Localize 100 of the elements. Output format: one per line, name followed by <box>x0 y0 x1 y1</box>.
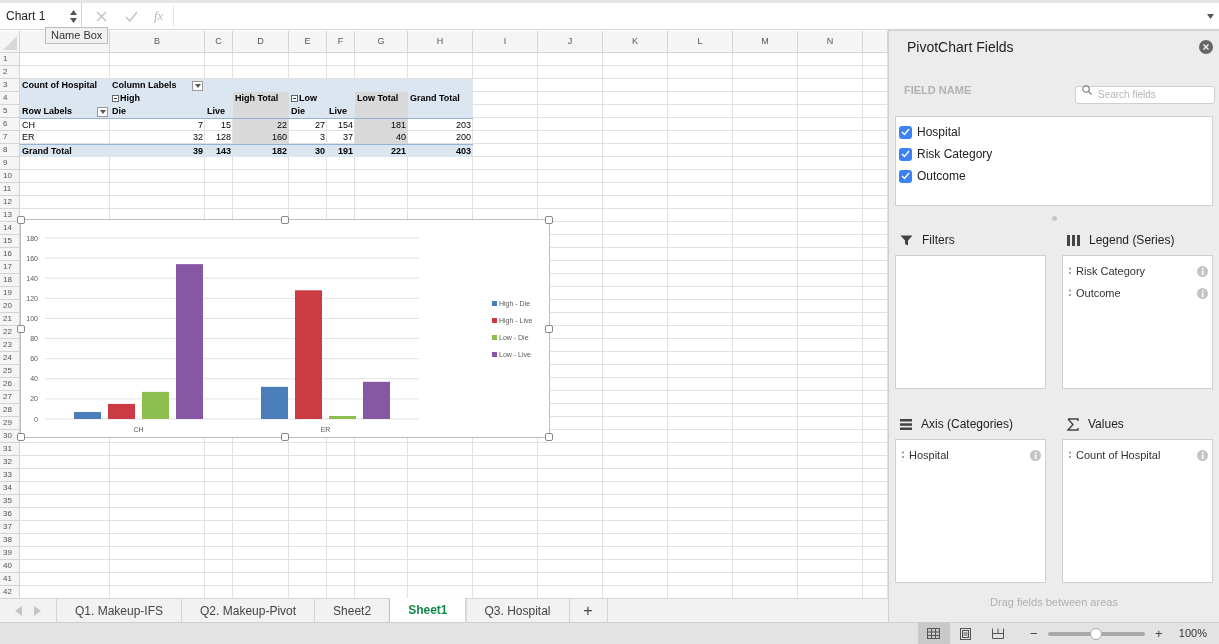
bar[interactable] <box>261 386 288 419</box>
stepper-icon[interactable] <box>70 9 77 23</box>
row-header[interactable]: 12 <box>3 198 12 206</box>
collapse-icon[interactable] <box>112 95 119 102</box>
row-header[interactable]: 23 <box>3 341 12 349</box>
area-field-item[interactable]: Count of Hospital <box>1063 444 1212 466</box>
row-header[interactable]: 26 <box>3 380 12 388</box>
row-header[interactable]: 40 <box>3 562 12 570</box>
check-icon[interactable] <box>125 10 138 22</box>
resize-handle[interactable] <box>281 433 289 441</box>
row-header[interactable]: 30 <box>3 432 12 440</box>
row-header[interactable]: 5 <box>3 107 8 115</box>
column-header[interactable]: D <box>257 34 264 49</box>
row-header[interactable]: 6 <box>3 120 8 128</box>
column-header[interactable]: B <box>154 34 160 49</box>
checkbox[interactable] <box>899 125 912 139</box>
bar[interactable] <box>108 403 135 419</box>
zoom-out-button[interactable]: − <box>1027 623 1040 644</box>
area-title: Filters <box>922 232 955 249</box>
row-header[interactable]: 33 <box>3 471 12 479</box>
splitter-handle[interactable] <box>1051 215 1057 221</box>
area-field-item[interactable]: Risk Category <box>1063 260 1212 282</box>
row-header[interactable]: 34 <box>3 484 12 492</box>
column-header[interactable]: K <box>632 34 638 49</box>
row-header[interactable]: 42 <box>3 588 12 596</box>
row-header[interactable]: 18 <box>3 276 12 284</box>
sheet-tab[interactable]: Sheet1 <box>390 598 467 622</box>
resize-handle[interactable] <box>17 433 25 441</box>
row-header[interactable]: 31 <box>3 445 12 453</box>
checkbox[interactable] <box>899 169 912 183</box>
row-header[interactable]: 24 <box>3 354 12 362</box>
row-header[interactable]: 19 <box>3 289 12 297</box>
area-title: Axis (Categories) <box>921 416 1014 433</box>
column-header[interactable]: M <box>761 34 769 49</box>
row-header[interactable]: 37 <box>3 523 12 531</box>
row-header[interactable]: 10 <box>3 172 12 180</box>
row-header[interactable]: 3 <box>3 81 8 89</box>
row-header[interactable]: 38 <box>3 536 12 544</box>
field-item[interactable]: Hospital <box>896 121 1212 143</box>
row-header[interactable]: 14 <box>3 224 12 232</box>
bar[interactable] <box>363 381 390 419</box>
row-header[interactable]: 32 <box>3 458 12 466</box>
caret-icon[interactable] <box>1207 13 1214 19</box>
zoom-in-button[interactable]: + <box>1152 623 1165 644</box>
resize-handle[interactable] <box>545 433 553 441</box>
row-header[interactable]: 2 <box>3 68 8 76</box>
row-header[interactable]: 25 <box>3 367 12 375</box>
row-header[interactable]: 41 <box>3 575 12 583</box>
close-icon[interactable] <box>1199 40 1213 54</box>
row-header[interactable]: 35 <box>3 497 12 505</box>
drop-area[interactable]: Count of Hospital <box>1062 439 1213 583</box>
resize-handle[interactable] <box>281 216 289 224</box>
row-header[interactable]: 36 <box>3 510 12 518</box>
search-field[interactable]: Search fields <box>1075 85 1215 104</box>
collapse-icon[interactable] <box>291 95 298 102</box>
columns-icon <box>1067 234 1080 246</box>
row-header[interactable]: 4 <box>3 94 8 102</box>
row-header[interactable]: 17 <box>3 263 12 271</box>
drop-area[interactable]: Risk Category Outcome <box>1062 255 1213 389</box>
column-header[interactable]: N <box>826 34 834 49</box>
column-header[interactable]: F <box>337 34 344 49</box>
row-header[interactable]: 20 <box>3 302 12 310</box>
row-header[interactable]: 9 <box>3 159 8 167</box>
area-field-item[interactable]: Outcome <box>1063 282 1212 304</box>
row-header[interactable]: 15 <box>3 237 12 245</box>
column-header[interactable]: C <box>215 34 222 49</box>
row-header[interactable]: 21 <box>3 315 12 323</box>
row-header[interactable]: 7 <box>3 133 8 141</box>
bar[interactable] <box>142 391 169 419</box>
column-header[interactable]: G <box>377 34 385 49</box>
bar[interactable] <box>74 411 101 419</box>
row-header[interactable]: 28 <box>3 406 12 414</box>
field-item[interactable]: Risk Category <box>896 143 1212 165</box>
row-header[interactable]: 27 <box>3 393 12 401</box>
view-button[interactable] <box>917 623 950 644</box>
resize-handle[interactable] <box>17 216 25 224</box>
row-header[interactable]: 16 <box>3 250 12 258</box>
row-header[interactable]: 39 <box>3 549 12 557</box>
resize-handle[interactable] <box>545 324 553 333</box>
resize-handle[interactable] <box>545 216 553 224</box>
row-header[interactable]: 29 <box>3 419 12 427</box>
column-header[interactable]: E <box>304 34 311 49</box>
checkbox[interactable] <box>899 147 912 161</box>
row-header[interactable]: 11 <box>3 185 12 193</box>
column-header[interactable]: L <box>697 34 703 49</box>
column-header[interactable]: J <box>567 34 573 49</box>
row-header[interactable]: 1 <box>3 55 8 63</box>
area-field-item[interactable]: Hospital <box>896 444 1045 466</box>
drop-area[interactable]: Hospital <box>895 439 1046 583</box>
field-item[interactable]: Outcome <box>896 165 1212 187</box>
column-header[interactable]: I <box>503 34 507 49</box>
column-header[interactable]: H <box>436 34 444 49</box>
filter-dropdown-button[interactable] <box>97 106 108 117</box>
row-header[interactable]: 8 <box>3 146 8 154</box>
resize-handle[interactable] <box>17 324 25 333</box>
cell-text: Column Labels <box>112 81 177 90</box>
row-header[interactable]: 22 <box>3 328 12 336</box>
row-header[interactable]: 13 <box>3 211 12 219</box>
filter-dropdown-button[interactable] <box>192 80 203 91</box>
zoom-slider-thumb[interactable] <box>1090 627 1103 640</box>
